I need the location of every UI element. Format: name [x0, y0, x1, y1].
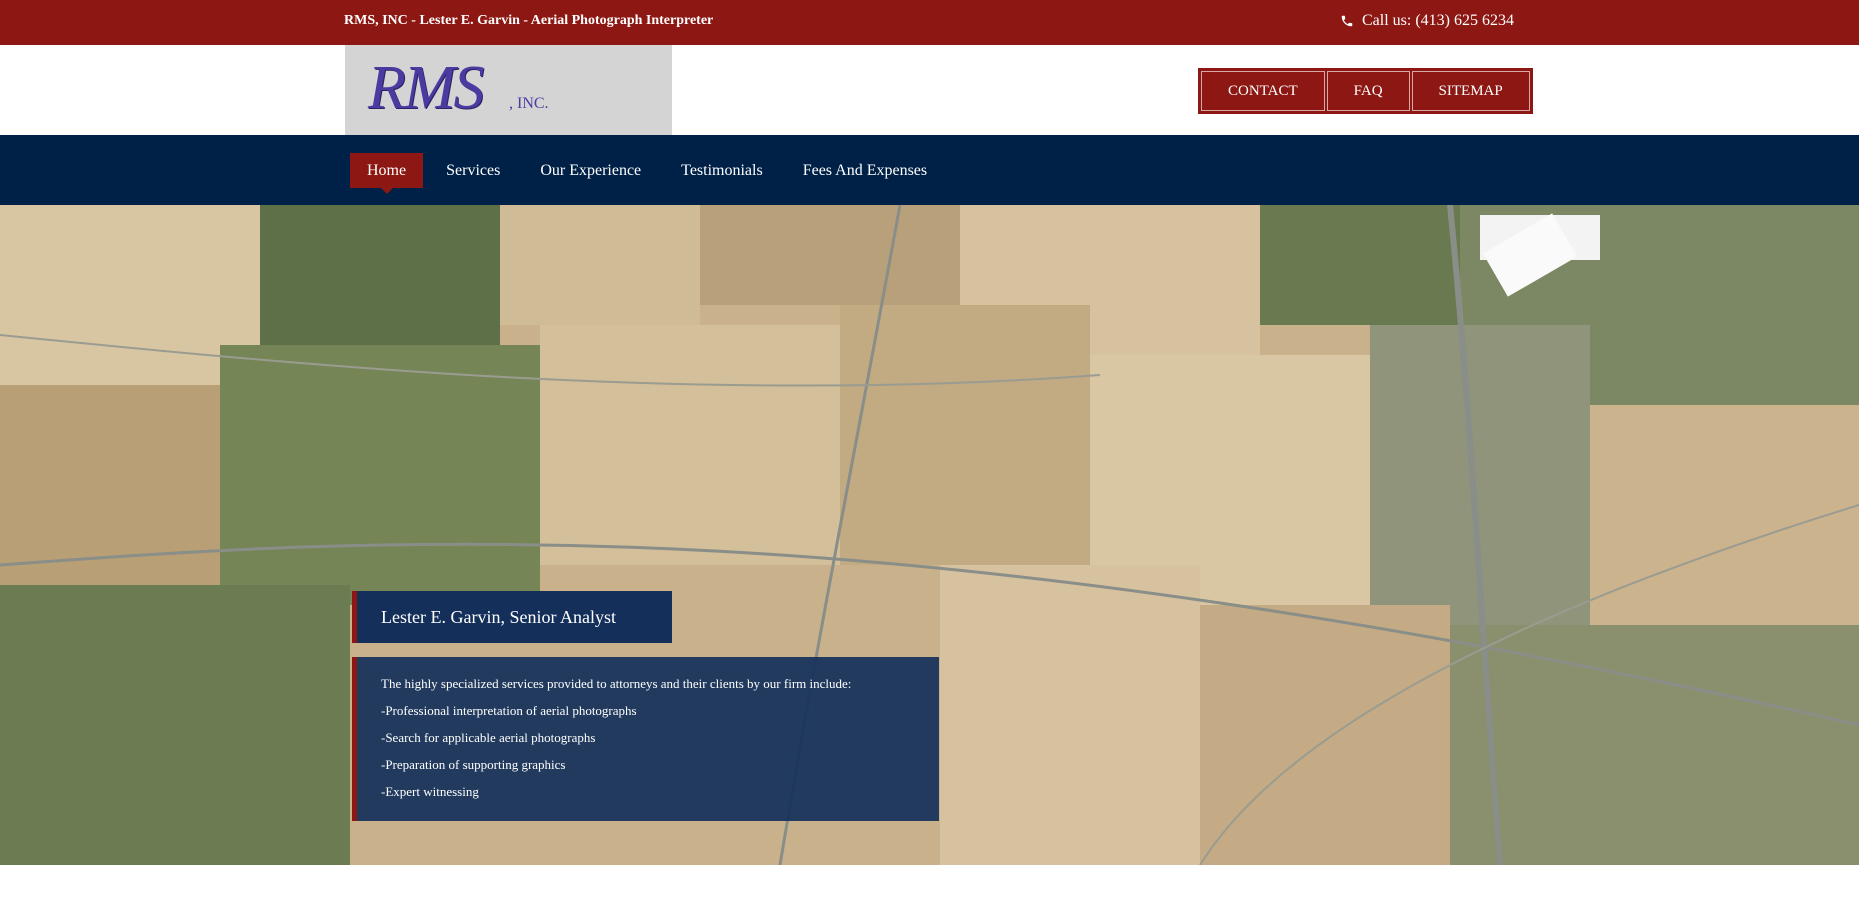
hero-service-item: -Preparation of supporting graphics: [381, 757, 566, 772]
top-bar: RMS, INC - Lester E. Garvin - Aerial Pho…: [0, 0, 1859, 45]
phone-label: Call us: (413) 625 6234: [1362, 12, 1514, 29]
site-header: RMS , INC. CONTACT FAQ SITEMAP: [0, 45, 1859, 135]
page-bottom-area: [0, 865, 1859, 908]
hero-service-item: -Search for applicable aerial photograph…: [381, 730, 596, 745]
site-logo[interactable]: RMS , INC.: [345, 45, 672, 135]
nav-services[interactable]: Services: [429, 153, 517, 188]
sitemap-button[interactable]: SITEMAP: [1411, 71, 1530, 111]
hero-service-item: -Professional interpretation of aerial p…: [381, 703, 637, 718]
logo-suffix: , INC.: [509, 95, 549, 112]
phone-icon: [1341, 15, 1353, 27]
faq-button[interactable]: FAQ: [1326, 71, 1410, 111]
hero-title: Lester E. Garvin, Senior Analyst: [381, 606, 616, 627]
nav-testimonials[interactable]: Testimonials: [664, 153, 780, 188]
hero-title-box: Lester E. Garvin, Senior Analyst: [352, 591, 672, 643]
utility-nav: CONTACT FAQ SITEMAP: [1198, 68, 1533, 114]
nav-fees-and-expenses[interactable]: Fees And Expenses: [786, 153, 944, 188]
contact-button[interactable]: CONTACT: [1201, 71, 1325, 111]
hero-aerial-banner: Lester E. Garvin, Senior Analyst The hig…: [0, 205, 1859, 865]
logo-text: RMS: [368, 54, 485, 122]
hero-service-item: -Expert witnessing: [381, 784, 479, 799]
main-nav: Home Services Our Experience Testimonial…: [0, 135, 1859, 205]
nav-our-experience[interactable]: Our Experience: [523, 153, 658, 188]
site-tagline: RMS, INC - Lester E. Garvin - Aerial Pho…: [344, 13, 714, 28]
phone-contact[interactable]: Call us: (413) 625 6234: [1340, 12, 1514, 30]
hero-intro-line: The highly specialized services provided…: [381, 676, 852, 691]
hero-description-box: The highly specialized services provided…: [352, 657, 939, 821]
nav-home[interactable]: Home: [350, 153, 424, 188]
